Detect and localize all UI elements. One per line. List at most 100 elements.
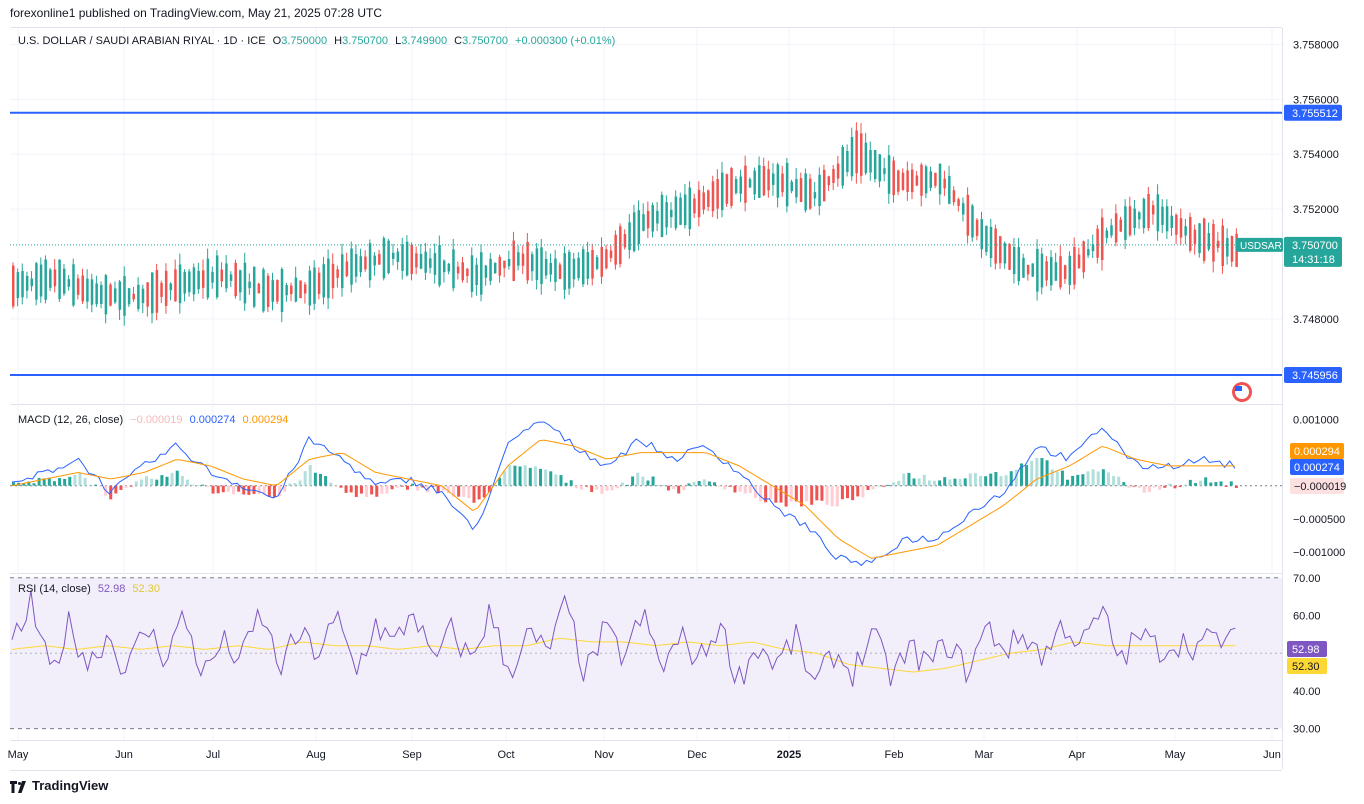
macd-histogram-bar [180, 476, 184, 486]
candle-body [1091, 244, 1095, 252]
symbol-title[interactable]: U.S. DOLLAR / SAUDI ARABIAN RIYAL · 1D ·… [18, 35, 266, 47]
macd-histogram-bar [574, 485, 578, 489]
macd-histogram-bar [687, 483, 691, 486]
candle-body [95, 283, 98, 305]
candle-body [137, 284, 140, 310]
candle-body [1082, 241, 1085, 273]
candle-body [748, 179, 752, 188]
macd-histogram-bar [1142, 485, 1146, 493]
candle-body [943, 178, 946, 189]
candle-body [892, 160, 895, 196]
candle-body [846, 150, 849, 172]
macd-histogram-bar [871, 485, 875, 490]
macd-histogram-bar [1004, 475, 1008, 486]
x-tick-label: Jun [115, 749, 133, 761]
candle-body [670, 209, 673, 218]
macd-histogram-bar [124, 485, 128, 488]
macd-histogram-bar [462, 485, 466, 497]
macd-histogram-bar [303, 471, 307, 486]
candle-body [174, 269, 177, 302]
macd-tick-label: 0.001000 [1293, 415, 1339, 427]
x-tick-label: 2025 [777, 749, 801, 761]
macd-histogram-bar [605, 485, 609, 491]
macd-histogram-bar [666, 485, 670, 491]
candle-body [656, 210, 659, 224]
candle-body [531, 254, 534, 272]
macd-histogram-bar [585, 485, 589, 487]
candle-body [350, 248, 353, 285]
price-tick-label: 3.748000 [1293, 314, 1339, 326]
candle-body [989, 226, 993, 258]
macd-histogram-bar [405, 485, 409, 490]
candle-body [758, 165, 761, 198]
candle-body [720, 172, 724, 211]
candle-body [164, 270, 168, 306]
candle-body [915, 175, 919, 186]
candle-body [725, 174, 729, 204]
macd-histogram-bar [1086, 471, 1090, 486]
tradingview-logo-icon [10, 780, 26, 793]
rsi-tick-label: 60.00 [1293, 611, 1321, 623]
candle-body [767, 169, 770, 191]
candle-body [637, 210, 641, 245]
candle-body [1226, 238, 1229, 257]
macd-hist-value: −0.000019 [130, 414, 183, 426]
candle-body [897, 170, 900, 192]
rsi-value-label: 52.30 [1292, 661, 1320, 673]
candle-body [605, 249, 608, 269]
macd-histogram-bar [1209, 482, 1213, 486]
candle-body [1017, 247, 1021, 282]
candle-body [651, 205, 654, 232]
candle-body [1184, 226, 1187, 236]
macd-histogram-bar [728, 485, 732, 487]
macd-histogram-bar [692, 481, 696, 486]
macd-histogram-bar [58, 478, 62, 486]
candle-body [290, 285, 293, 295]
candle-body [818, 174, 821, 207]
candle-body [934, 172, 937, 186]
candle-body [294, 277, 298, 302]
rsi-tick-label: 70.00 [1293, 573, 1321, 585]
macd-histogram-bar [881, 485, 885, 487]
candle-body [53, 269, 57, 287]
candle-body [1119, 219, 1123, 232]
candle-body [642, 214, 645, 231]
macd-histogram-bar [319, 473, 322, 486]
macd-histogram-bar [1147, 485, 1151, 493]
candle-body [433, 253, 437, 275]
candle-body [480, 252, 483, 295]
candle-body [591, 249, 594, 279]
candle-body [201, 270, 205, 288]
tradingview-logo[interactable]: TradingView [10, 778, 108, 793]
candle-body [49, 269, 52, 288]
macd-histogram-bar [651, 476, 655, 486]
macd-histogram-bar [835, 485, 839, 507]
macd-histogram-bar [1137, 485, 1141, 488]
chart-canvas[interactable]: USDSAR May Jun Jul Aug Sep Oct Nov Dec 2025 Feb Ma… [0, 0, 1364, 804]
candle-body [229, 274, 233, 281]
candle-body [1063, 265, 1067, 279]
macd-histogram-bar [902, 473, 906, 486]
candle-body [1221, 225, 1224, 266]
candle-body [44, 259, 47, 300]
price-tick-label: 3.756000 [1293, 94, 1339, 106]
candle-body [396, 251, 400, 262]
candle-body [1207, 233, 1211, 250]
candle-body [442, 260, 446, 273]
macd-histogram-bar [191, 484, 195, 486]
candle-body [429, 258, 432, 268]
macd-histogram-bar [595, 485, 599, 490]
macd-histogram-bar [1178, 485, 1182, 487]
candle-body [1036, 248, 1039, 292]
candle-body [493, 262, 497, 274]
rsi-tick-label: 30.00 [1293, 724, 1321, 736]
macd-line-value: 0.000274 [189, 414, 236, 426]
macd-histogram-bar [1060, 470, 1064, 486]
macd-title[interactable]: MACD (12, 26, close) [18, 414, 123, 426]
candle-body [809, 178, 812, 209]
macd-histogram-bar [63, 478, 67, 486]
candle-body [679, 197, 682, 225]
macd-histogram-bar [600, 485, 604, 494]
rsi-title[interactable]: RSI (14, close) [18, 583, 91, 595]
macd-histogram-bar [472, 485, 476, 503]
